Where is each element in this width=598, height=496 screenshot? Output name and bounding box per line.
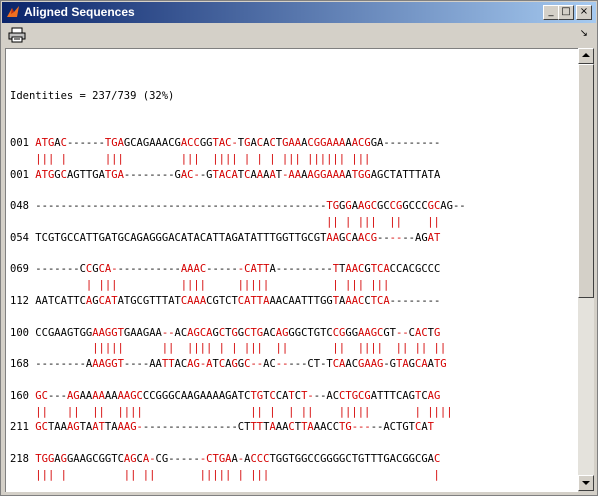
bottom-sequence-line: 211 GCTAAAGTAATTAAAG----------------CTTT… bbox=[10, 421, 434, 434]
sequence-position: 112 bbox=[10, 294, 36, 307]
scroll-up-button[interactable] bbox=[578, 48, 594, 64]
aligned-sequences-window: Aligned Sequences _ □ × ↘ Identities = 2… bbox=[0, 0, 598, 496]
vertical-scrollbar[interactable] bbox=[578, 48, 594, 491]
top-sequence-line: 069 -------CCGCA-----------AAAC------CAT… bbox=[10, 263, 441, 276]
dock-arrow-icon[interactable]: ↘ bbox=[580, 28, 588, 39]
arrow-up-icon bbox=[582, 53, 590, 57]
top-sequence-line: 160 GC---AGAAAAAAAAGCCCGGGCAAGAAAAGATCTG… bbox=[10, 389, 441, 402]
toolbar: ↘ bbox=[2, 24, 596, 46]
minimize-icon: _ bbox=[548, 6, 554, 17]
match-line: | ||| |||| ||||| | ||| ||| bbox=[35, 279, 390, 292]
maximize-icon: □ bbox=[561, 6, 571, 17]
match-line: || || || |||| || | | || ||||| | |||| bbox=[35, 405, 453, 418]
identities-line: Identities = 237/739 (32%) bbox=[10, 89, 175, 102]
sequence-position: 001 bbox=[10, 168, 36, 181]
sequence-position: 211 bbox=[10, 421, 36, 434]
top-sequence-line: 100 CCGAAGTGGAAGGTGAAGAA--ACAGCAGCTGGCTG… bbox=[10, 326, 441, 339]
close-button[interactable]: × bbox=[576, 5, 592, 20]
title-bar[interactable]: Aligned Sequences _ □ × bbox=[2, 2, 596, 23]
match-line: ||| | || || ||||| | ||| | bbox=[35, 468, 440, 481]
close-icon: × bbox=[579, 6, 589, 17]
sequence-position: 001 bbox=[10, 136, 36, 149]
sequence-position: 168 bbox=[10, 358, 36, 371]
sequence-position: 100 bbox=[10, 326, 36, 339]
printer-icon[interactable] bbox=[8, 27, 26, 43]
minimize-button[interactable]: _ bbox=[543, 5, 559, 20]
top-sequence-line: 048 ------------------------------------… bbox=[10, 200, 466, 213]
match-line: ||| | ||| ||| |||| | | | ||| |||||| ||| bbox=[35, 152, 440, 165]
bottom-sequence-line: 112 AATCATTCAGCATATGCGTTTATCAAACGTCTCATT… bbox=[10, 294, 441, 307]
bottom-sequence-line: 054 TCGTGCCATTGATGCAGAGGGACATACATTAGATAT… bbox=[10, 231, 441, 244]
bottom-sequence-line: 001 ATGGCAGTTGATGA--------GAC--GTACATCAA… bbox=[10, 168, 441, 181]
sequence-position: 054 bbox=[10, 231, 36, 244]
arrow-down-icon bbox=[582, 481, 590, 485]
sequence-position: 048 bbox=[10, 200, 36, 213]
top-sequence-line: 218 TGGAGGAAGCGGTCAGCA-CG------CTGAA-ACC… bbox=[10, 452, 441, 465]
bottom-sequence-line: 168 --------AAAGGT----AATTACAG-ATCAGGC--… bbox=[10, 358, 447, 371]
maximize-button[interactable]: □ bbox=[558, 5, 574, 20]
window-title: Aligned Sequences bbox=[24, 5, 135, 19]
matlab-icon bbox=[7, 6, 19, 17]
alignment-view[interactable]: Identities = 237/739 (32%) 001 ATGAC----… bbox=[5, 48, 578, 492]
sequence-position: 069 bbox=[10, 263, 36, 276]
sequence-position: 218 bbox=[10, 452, 36, 465]
match-line: ||||| || |||| | | ||| || || |||| || || |… bbox=[35, 342, 447, 355]
top-sequence-line: 001 ATGAC------TGAGCAGAAACGACCGGTAC-TGAC… bbox=[10, 136, 441, 149]
match-line: || | ||| || || bbox=[35, 215, 440, 228]
scroll-down-button[interactable] bbox=[578, 475, 594, 491]
scroll-thumb[interactable] bbox=[578, 64, 594, 298]
sequence-position: 160 bbox=[10, 389, 36, 402]
alignment-text: Identities = 237/739 (32%) 001 ATGAC----… bbox=[10, 57, 466, 492]
